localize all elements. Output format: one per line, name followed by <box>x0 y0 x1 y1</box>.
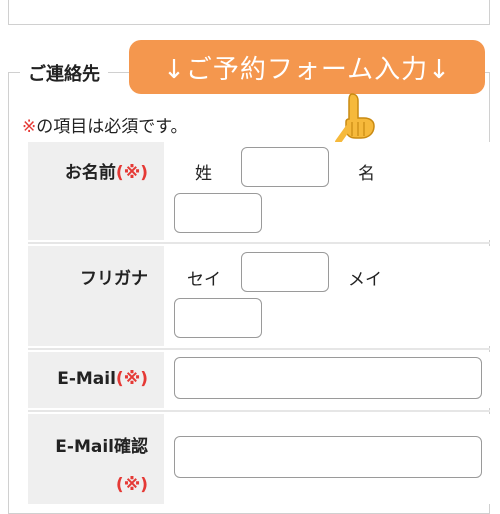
previous-section-box <box>8 0 490 25</box>
sei-label: 姓 <box>195 164 212 184</box>
mei-label: 名 <box>358 164 375 184</box>
sei-kana-label: セイ <box>187 270 221 290</box>
section-legend: ご連絡先 <box>20 60 108 86</box>
reservation-form-banner: ↓ご予約フォーム入力↓ <box>129 40 485 94</box>
name-label-cell: お名前(※) <box>28 142 164 240</box>
kana-label: フリガナ <box>80 269 148 289</box>
row-divider <box>28 410 490 412</box>
email-label: E-Mail <box>57 369 116 389</box>
email-confirm-input[interactable] <box>174 436 482 478</box>
mei-kana-label: メイ <box>348 270 382 290</box>
email-confirm-label: E-Mail確認 <box>55 437 148 457</box>
name-required-mark: (※) <box>115 163 148 183</box>
row-divider <box>28 348 490 350</box>
email-confirm-required-mark: (※) <box>115 475 148 495</box>
first-name-kana-input[interactable] <box>174 298 262 338</box>
last-name-kana-input[interactable] <box>241 252 329 292</box>
first-name-input[interactable] <box>174 193 262 233</box>
required-mark: ※ <box>22 117 37 137</box>
pointing-hand-icon <box>335 93 375 144</box>
email-label-cell: E-Mail(※) <box>28 352 164 408</box>
email-confirm-label-cell: E-Mail確認 (※) <box>28 414 164 504</box>
required-note-text: の項目は必須です。 <box>36 117 188 137</box>
name-label: お名前 <box>64 163 116 183</box>
last-name-input[interactable] <box>241 147 329 187</box>
email-input[interactable] <box>174 357 482 399</box>
email-required-mark: (※) <box>115 369 148 389</box>
required-note: ※の項目は必須です。 <box>22 112 188 137</box>
kana-label-cell: フリガナ <box>28 246 164 346</box>
row-divider <box>28 242 490 244</box>
